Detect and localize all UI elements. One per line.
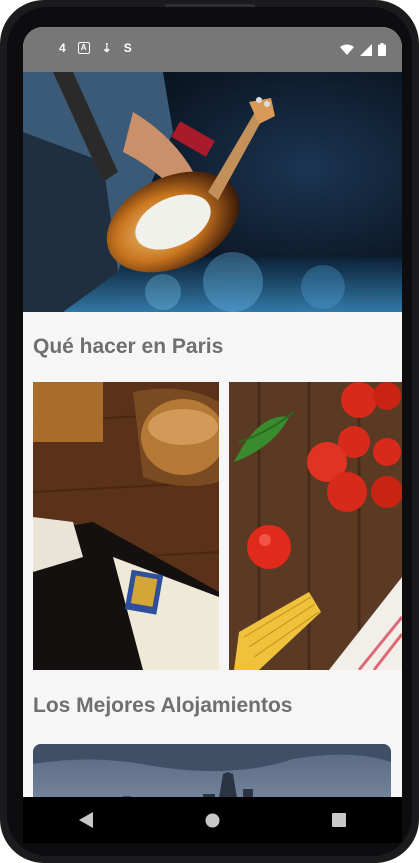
battery-icon (378, 43, 386, 56)
home-button[interactable] (192, 800, 232, 840)
tomato-pasta-illustration (229, 382, 402, 670)
status-right-icons (340, 43, 386, 56)
best-stays-title: Los Mejores Alojamientos (33, 694, 293, 717)
whisky-illustration (33, 382, 219, 670)
status-bar: 4 A ⇣ S (23, 27, 402, 72)
home-icon (205, 813, 220, 827)
system-nav-bar (23, 797, 402, 843)
status-left-icons: 4 A ⇣ S (59, 41, 132, 55)
hero-guitarist-illustration (23, 72, 402, 312)
wifi-icon (340, 44, 354, 55)
cell-signal-icon (360, 43, 372, 56)
s-icon: S (123, 41, 132, 55)
recents-button[interactable] (319, 800, 359, 840)
activity-card-food[interactable] (229, 382, 402, 670)
download-icon: ⇣ (101, 41, 112, 55)
hero-image (23, 72, 402, 312)
recents-icon (331, 813, 346, 827)
status-number: 4 (59, 41, 66, 55)
back-icon (79, 812, 94, 828)
app-screen: 4 A ⇣ S Qué hacer en Paris Los Mejores A… (23, 27, 402, 832)
things-to-do-title: Qué hacer en Paris (33, 335, 224, 358)
a-icon: A (77, 42, 90, 54)
back-button[interactable] (66, 800, 106, 840)
activity-card-drinks[interactable] (33, 382, 219, 670)
